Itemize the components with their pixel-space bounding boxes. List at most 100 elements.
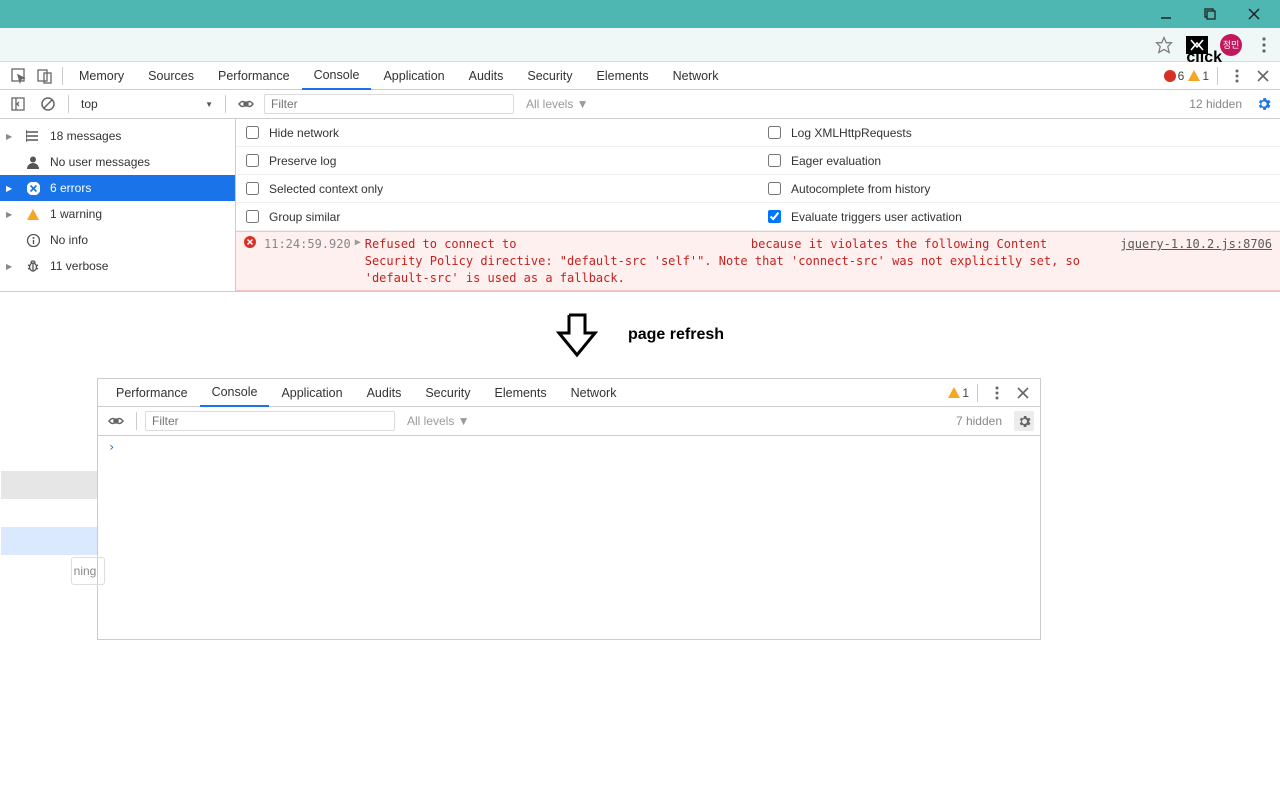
minimize-button[interactable]: [1144, 0, 1188, 28]
inspect-icon[interactable]: [6, 62, 32, 90]
checkbox[interactable]: [246, 210, 259, 223]
levels-selector-after[interactable]: All levels ▼: [407, 414, 470, 428]
devtools-panel: MemorySourcesPerformanceConsoleApplicati…: [0, 62, 1280, 292]
option-eager-evaluation[interactable]: Eager evaluation: [758, 147, 1280, 175]
option-hide-network[interactable]: Hide network: [236, 119, 758, 147]
profile-avatar[interactable]: 정민: [1220, 34, 1242, 56]
sidebar-item-label: 11 verbose: [50, 259, 108, 273]
browser-toolbar: 정민: [0, 28, 1280, 62]
expand-caret-icon[interactable]: ▶: [355, 236, 361, 250]
checkbox[interactable]: [768, 210, 781, 223]
star-icon[interactable]: [1154, 35, 1174, 55]
tab-console[interactable]: Console: [200, 379, 270, 407]
gear-icon-after[interactable]: [1014, 411, 1034, 431]
sidebar-item-error[interactable]: ▶6 errors: [0, 175, 235, 201]
sidebar-item-list[interactable]: ▶ 18 messages: [0, 123, 235, 149]
devtools-close-icon[interactable]: [1252, 65, 1274, 87]
devtools-menu-icon-after[interactable]: [986, 382, 1008, 404]
sidebar-item-user[interactable]: No user messages: [0, 149, 235, 175]
tab-performance[interactable]: Performance: [104, 379, 200, 407]
levels-selector[interactable]: All levels ▼: [526, 97, 589, 111]
tab-audits[interactable]: Audits: [355, 379, 414, 407]
expand-caret-icon[interactable]: ▶: [6, 132, 16, 141]
sidebar-toggle-icon[interactable]: [6, 92, 30, 116]
sidebar-item-label: 1 warning: [50, 207, 102, 221]
tab-memory[interactable]: Memory: [67, 62, 136, 90]
checkbox[interactable]: [246, 154, 259, 167]
device-toggle-icon[interactable]: [32, 62, 58, 90]
tab-performance[interactable]: Performance: [206, 62, 302, 90]
option-selected-context-only[interactable]: Selected context only: [236, 175, 758, 203]
checkbox[interactable]: [246, 182, 259, 195]
info-icon: [24, 234, 42, 247]
sidebar-item-info[interactable]: No info: [0, 227, 235, 253]
tab-console[interactable]: Console: [302, 62, 372, 90]
annotation-label: page refresh: [628, 326, 724, 344]
gear-icon[interactable]: [1254, 94, 1274, 114]
tab-audits[interactable]: Audits: [457, 62, 516, 90]
console-body: ▶18 messagesNo user messages▶6 errors▶1 …: [0, 119, 1280, 292]
error-counter[interactable]: 6: [1164, 69, 1185, 83]
devtools-close-icon-after[interactable]: [1012, 382, 1034, 404]
tab-security[interactable]: Security: [413, 379, 482, 407]
checkbox[interactable]: [768, 154, 781, 167]
sidebar-item-bug[interactable]: ▶ 11 verbose: [0, 253, 235, 279]
live-expression-icon[interactable]: [234, 92, 258, 116]
option-preserve-log[interactable]: Preserve log: [236, 147, 758, 175]
chevron-down-icon: ▼: [205, 100, 213, 109]
tab-elements[interactable]: Elements: [483, 379, 559, 407]
sidebar-item-label: No user messages: [50, 155, 150, 169]
filter-input[interactable]: [264, 94, 514, 114]
devtools-panel-after: PerformanceConsoleApplicationAuditsSecur…: [97, 378, 1041, 640]
sidebar-item-label: No info: [50, 233, 88, 247]
sidebar-item-label: 18 messages: [50, 129, 121, 143]
checkbox[interactable]: [768, 182, 781, 195]
hidden-count[interactable]: 12 hidden: [1189, 97, 1242, 111]
option-group-similar[interactable]: Group similar: [236, 203, 758, 231]
devtools-tabs-bar: MemorySourcesPerformanceConsoleApplicati…: [0, 62, 1280, 90]
window-titlebar: [0, 0, 1280, 28]
live-expression-icon-after[interactable]: [104, 409, 128, 433]
error-timestamp: 11:24:59.920: [264, 236, 351, 253]
error-message: Refused to connect to because it violate…: [365, 236, 1121, 286]
warning-counter[interactable]: 1: [1188, 69, 1209, 83]
option-autocomplete-from-history[interactable]: Autocomplete from history: [758, 175, 1280, 203]
close-button[interactable]: [1232, 0, 1276, 28]
console-prompt[interactable]: ›: [98, 436, 1040, 458]
tab-network[interactable]: Network: [559, 379, 629, 407]
partial-sidebar: ning: [1, 471, 98, 585]
warning-counter-after[interactable]: 1: [948, 386, 969, 400]
tab-elements[interactable]: Elements: [585, 62, 661, 90]
expand-caret-icon[interactable]: ▶: [6, 262, 16, 271]
console-toolbar-after: All levels ▼ 7 hidden: [98, 407, 1040, 436]
tab-application[interactable]: Application: [371, 62, 456, 90]
console-options: Hide networkLog XMLHttpRequestsPreserve …: [236, 119, 1280, 231]
prompt-caret: ›: [108, 440, 115, 454]
list-icon: [24, 130, 42, 142]
warn-icon: [24, 209, 42, 220]
expand-caret-icon[interactable]: ▶: [6, 184, 16, 193]
tab-sources[interactable]: Sources: [136, 62, 206, 90]
devtools-menu-icon[interactable]: [1226, 65, 1248, 87]
option-evaluate-triggers-user-activation[interactable]: Evaluate triggers user activation: [758, 203, 1280, 231]
option-log-xmlhttprequests[interactable]: Log XMLHttpRequests: [758, 119, 1280, 147]
context-selector[interactable]: top ▼: [77, 94, 217, 114]
checkbox[interactable]: [246, 126, 259, 139]
hidden-count-after[interactable]: 7 hidden: [956, 414, 1002, 428]
error-source-link[interactable]: jquery-1.10.2.js:8706: [1120, 236, 1272, 253]
error-icon: [244, 236, 258, 253]
checkbox[interactable]: [768, 126, 781, 139]
tab-application[interactable]: Application: [269, 379, 354, 407]
tab-network[interactable]: Network: [661, 62, 731, 90]
error-icon: [24, 182, 42, 195]
clear-console-icon[interactable]: [36, 92, 60, 116]
expand-caret-icon[interactable]: ▶: [6, 210, 16, 219]
maximize-button[interactable]: [1188, 0, 1232, 28]
filter-input-after[interactable]: [145, 411, 395, 431]
tab-security[interactable]: Security: [515, 62, 584, 90]
console-sidebar: ▶18 messagesNo user messages▶6 errors▶1 …: [0, 119, 236, 291]
sidebar-item-warn[interactable]: ▶ 1 warning: [0, 201, 235, 227]
console-error-row[interactable]: 11:24:59.920 ▶ Refused to connect to bec…: [236, 231, 1280, 291]
click-annotation: click: [1186, 49, 1222, 67]
browser-menu-icon[interactable]: [1254, 35, 1274, 55]
